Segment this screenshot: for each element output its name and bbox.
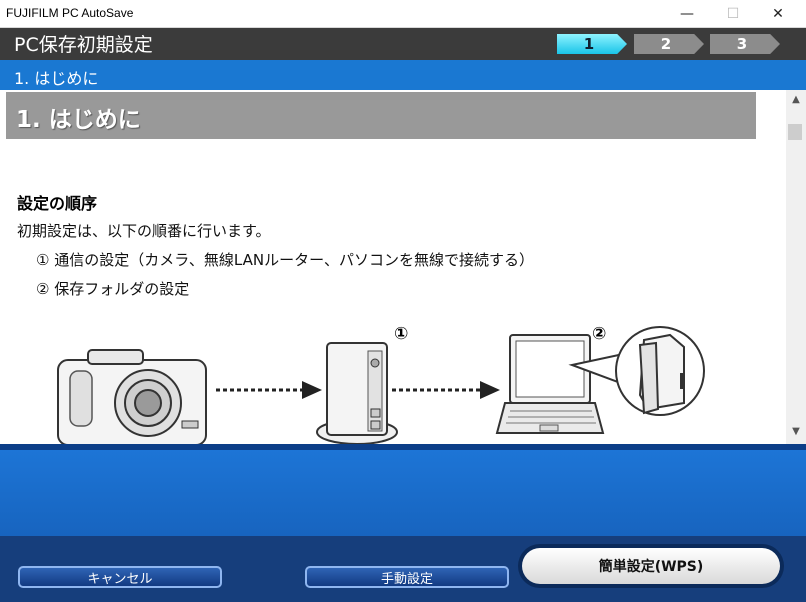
blue-band	[0, 450, 806, 536]
cancel-button[interactable]: キャンセル	[18, 566, 222, 588]
step-indicator-3: 3	[710, 34, 780, 54]
manual-setup-button[interactable]: 手動設定	[305, 566, 509, 588]
step-indicator-2: 2	[634, 34, 704, 54]
router-icon	[316, 342, 398, 444]
laptop-icon	[495, 334, 605, 434]
scroll-up-icon[interactable]: ▲	[786, 90, 806, 108]
page-title: PC保存初期設定	[14, 34, 153, 56]
wps-setup-label: 簡単設定(WPS)	[522, 548, 780, 584]
app-header: PC保存初期設定 1 2 3	[0, 28, 806, 60]
marker-2: ②	[592, 324, 606, 344]
content-pane: 1. はじめに 設定の順序 初期設定は、以下の順番に行います。 ① 通信の設定（…	[0, 90, 786, 444]
window-title-bar: FUJIFILM PC AutoSave — ☐ ✕	[0, 0, 806, 28]
wps-setup-button[interactable]: 簡単設定(WPS)	[518, 544, 784, 588]
arrow-2-icon	[392, 381, 500, 399]
step2-text: ② 保存フォルダの設定	[36, 280, 190, 298]
step-indicator-1: 1	[557, 34, 627, 54]
content-scrollbar[interactable]: ▲ ▼	[786, 90, 806, 444]
scrollbar-thumb[interactable]	[788, 124, 802, 140]
close-button[interactable]: ✕	[755, 0, 801, 27]
step1-text: ① 通信の設定（カメラ、無線LANルーター、パソコンを無線で接続する）	[36, 251, 534, 269]
camera-icon	[57, 349, 207, 444]
window-title: FUJIFILM PC AutoSave	[6, 6, 134, 20]
intro-text: 初期設定は、以下の順番に行います。	[17, 222, 271, 240]
marker-1: ①	[394, 324, 408, 344]
setup-illustration: ① ②	[57, 324, 705, 444]
section-title: 1. はじめに	[14, 69, 99, 88]
content-heading-banner: 1. はじめに	[6, 92, 756, 139]
order-subheading: 設定の順序	[17, 194, 98, 213]
maximize-button[interactable]: ☐	[710, 0, 756, 27]
minimize-button[interactable]: —	[664, 0, 710, 27]
content-heading: 1. はじめに	[16, 107, 141, 133]
section-title-bar: 1. はじめに	[0, 60, 806, 90]
scroll-down-icon[interactable]: ▼	[786, 422, 806, 440]
arrow-1-icon	[216, 381, 322, 399]
